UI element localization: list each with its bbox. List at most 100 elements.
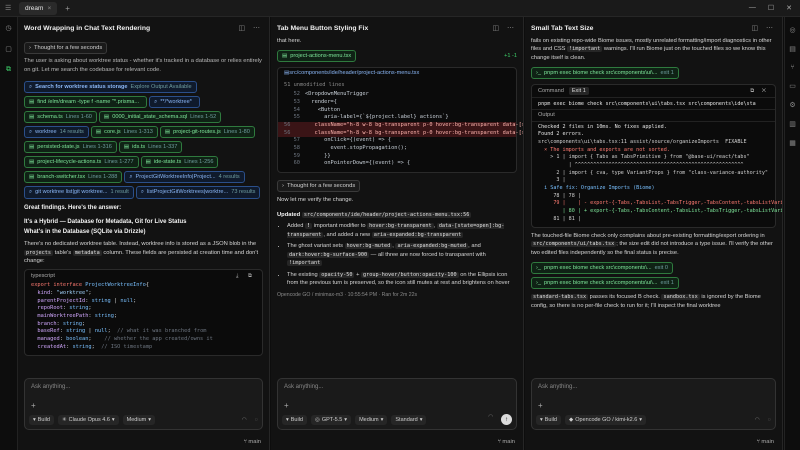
thought-toggle[interactable]: › Thought for a few seconds <box>277 179 361 193</box>
tool-chip[interactable]: ⌕ ProjectGitWorktreeInfo|Project... 4 resu… <box>124 171 245 184</box>
tool-chip[interactable]: ⌕ listProjectGitWorktrees|worktre... 73 re… <box>135 186 261 199</box>
chat-icon[interactable]: ▢ <box>5 45 12 53</box>
close-tab-icon[interactable]: × <box>47 5 51 12</box>
code-line: parentProjectId: string | null; <box>31 298 256 306</box>
code-token: ; <box>133 297 137 304</box>
git-icon[interactable]: ⑂ <box>790 64 794 71</box>
tool-chip[interactable]: ▤ persisted-state.js Lines 1-316 <box>24 141 117 154</box>
branch-indicator[interactable]: ⑂ main <box>756 439 774 445</box>
tool-chip[interactable]: ▤ find /elm/dream -type f -name "*.prisma… <box>24 95 148 108</box>
close-window-icon[interactable]: ✕ <box>786 4 792 12</box>
diff-block: ▤ src/components/ide/header/project-acti… <box>277 66 523 173</box>
clock-icon[interactable]: ◷ <box>5 24 11 32</box>
file-chip[interactable]: ▤ project-actions-menu.tsx <box>277 49 357 62</box>
terminal-icon: ›_ <box>536 279 541 286</box>
model-select[interactable]: ◎ GPT-5.5 ▾ <box>311 414 352 425</box>
tool-chip[interactable]: ▤ project-git-routes.js Lines 1-80 <box>159 126 255 139</box>
new-tab-button[interactable]: + <box>65 4 70 13</box>
layout-icon[interactable]: ▥ <box>789 120 796 128</box>
code-line: createdAt: string; // ISO timestamp <box>31 344 256 352</box>
voice-icon[interactable]: ◠ <box>488 414 493 425</box>
tool-chip[interactable]: ⌕ worktree 14 results <box>24 126 89 139</box>
thought-label: Thought for a few seconds <box>33 45 103 51</box>
tool-chip[interactable]: ▤ ids.ts Lines 1-337 <box>118 141 183 154</box>
tool-chip[interactable]: ▤ core.js Lines 1-313 <box>90 126 158 139</box>
tool-chip[interactable]: ▤ ide-state.ts Lines 1-256 <box>140 156 219 169</box>
voice-icon[interactable]: ◠ <box>755 417 760 423</box>
thought-toggle[interactable]: › Thought for a few seconds <box>24 42 108 55</box>
terminal-icon[interactable]: ▭ <box>789 82 796 90</box>
window-menu-icon[interactable]: ☰ <box>5 4 15 12</box>
inline-code: src/components/ide/header/project-action… <box>301 211 472 218</box>
code-token: ProjectWorktreeInfo <box>85 282 146 289</box>
line-text: className="h-8 w-8 bg-transparent p-0 ho… <box>295 129 524 136</box>
branch-indicator[interactable]: ⑂ main <box>243 439 261 445</box>
answer-heading: It's a Hybrid — Database for Metadata, G… <box>24 218 187 225</box>
output-line: src\components\ui\tabs.tsx:11 assist/sou… <box>538 139 747 146</box>
attach-icon[interactable]: + <box>538 401 543 410</box>
command-label: pnpm exec biome check src\components\ui\… <box>543 279 658 286</box>
chat-input[interactable]: Ask anything... <box>25 379 262 395</box>
tool-chip[interactable]: ▤ project-lifecycle-actions.ts Lines 1-277 <box>24 156 139 169</box>
composer: Ask anything... + ▾ Build ✳ Claude Opus 4.… <box>24 378 263 430</box>
t: group-hover/button:opacity-100 <box>360 271 459 278</box>
panel-actions-icon[interactable]: ◫ ⋯ <box>751 24 776 32</box>
minimize-icon[interactable]: — <box>749 4 756 12</box>
tool-chip-note: Lines 1-337 <box>148 144 178 151</box>
code-token: createdAt <box>31 343 67 350</box>
mode-select[interactable]: ▾ Build <box>536 415 561 425</box>
send-button[interactable]: ↑ <box>501 414 512 425</box>
effort-select[interactable]: Medium ▾ <box>122 415 155 425</box>
tab-dream[interactable]: dream × <box>19 1 58 15</box>
model-select[interactable]: ◆ Opencode GO / kimi-k2.6 ▾ <box>565 415 647 425</box>
voice-icon[interactable]: ◠ <box>242 417 247 423</box>
settings-icon[interactable]: ⚙ <box>789 101 795 109</box>
t: , and <box>468 243 481 250</box>
tool-chip[interactable]: ▤ branch-switcher.tsx Lines 1-288 <box>24 171 123 184</box>
branch-indicator[interactable]: ⑂ main <box>497 439 515 445</box>
code-line: mainWorktreePath: string; <box>31 313 256 321</box>
tool-chip[interactable]: ▤ schema.ts Lines 1-60 <box>24 110 97 123</box>
files-icon[interactable]: ▤ <box>789 45 796 53</box>
maximize-icon[interactable]: ☐ <box>768 4 774 12</box>
attach-icon[interactable]: + <box>284 401 289 410</box>
globe-icon[interactable]: ◎ <box>789 26 795 34</box>
output-line: > 1 | import { Tabs as TabsPrimitive } f… <box>538 154 750 161</box>
search-icon: ⌕ <box>140 189 144 196</box>
model-select[interactable]: ✳ Claude Opus 4.6 ▾ <box>58 415 119 425</box>
panel-actions-icon[interactable]: ◫ ⋯ <box>492 24 517 32</box>
terminal-actions-icon[interactable]: ⧉ ✕ <box>750 87 769 95</box>
command-chip[interactable]: ›_ pnpm exec biome check src\components\u… <box>531 276 679 289</box>
effort-select[interactable]: Medium ▾ <box>355 414 388 425</box>
panel-icon[interactable]: ▦ <box>789 139 796 147</box>
command-heading: Command <box>538 88 564 95</box>
mode-select[interactable]: ▾ Build <box>29 415 54 425</box>
code-token: ; <box>107 328 118 335</box>
t: sandbox.tsx <box>661 294 700 301</box>
chat-input[interactable]: Ask anything... <box>532 379 775 395</box>
tool-chip[interactable]: ▤ 0000_initial_state_schema.sql Lines 1-52 <box>98 110 222 123</box>
mode-select[interactable]: ▾ Build <box>282 414 307 425</box>
tool-chip-label: project-git-routes.js <box>173 129 221 135</box>
exit-badge: Exit 1 <box>568 87 589 96</box>
tool-chip[interactable]: ⌕ **/*worktree* <box>149 95 200 108</box>
tool-chip[interactable]: ⌕ git worktree list|git worktree... 1 resu… <box>24 186 134 199</box>
diffstat: +1 -1 <box>504 52 517 59</box>
unmodified-note: 51 unmodified lines <box>284 81 345 88</box>
t: !important <box>287 260 323 267</box>
t: aria-expanded:bg-transparent <box>371 231 464 238</box>
command-chip[interactable]: ›_ pnpm exec biome check src\components\.… <box>531 261 673 274</box>
bullet-2: The ghost variant sets hover:bg-muted , a… <box>287 242 517 268</box>
attach-icon[interactable]: + <box>31 401 36 410</box>
panel-actions-icon[interactable]: ◫ ⋯ <box>238 24 263 32</box>
stop-icon[interactable]: ◌ <box>768 417 771 423</box>
answer-subheading: What's in the Database (SQLite via Drizz… <box>24 229 146 236</box>
chat-input[interactable]: Ask anything... <box>278 379 516 395</box>
branch-icon[interactable]: ⧉ <box>6 66 11 74</box>
file-icon: ▤ <box>29 174 35 181</box>
code-actions-icon[interactable]: ⤓ ⧉ <box>236 272 256 280</box>
search-chip[interactable]: ⌕ Search for worktree status storage Explo… <box>24 80 197 93</box>
stop-icon[interactable]: ◌ <box>255 417 258 423</box>
command-chip[interactable]: ›_ pnpm exec biome check src\components\u… <box>531 66 679 79</box>
speed-select[interactable]: Standard ▾ <box>391 414 427 425</box>
